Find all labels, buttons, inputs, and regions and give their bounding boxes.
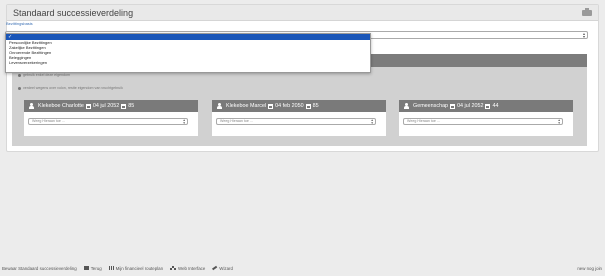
web-interface-link[interactable]: Web Interface — [170, 266, 205, 271]
person-header: Klekeboe Marcel 04 feb 2050 85 — [212, 100, 386, 112]
footer-label: Bewaar Standaard successieverdeling — [2, 265, 77, 271]
calendar-icon — [450, 103, 456, 109]
page-title: Standaard successieverdeling — [13, 7, 134, 18]
person-name: Gemeenschap — [413, 103, 449, 109]
grid-icon — [108, 266, 114, 270]
calendar-icon — [485, 103, 491, 109]
calendar-icon — [85, 103, 91, 109]
footer-status-text: new nog join — [577, 265, 602, 271]
person-header: Klekeboe Charlotte 04 jul 2052 85 — [24, 100, 198, 112]
person-body: Weeg Hieraan toe ... ▴ ▾ — [212, 112, 386, 136]
person-header: Gemeenschap 04 jul 2052 44 — [399, 100, 573, 112]
wizard-link[interactable]: Wizard — [212, 266, 233, 271]
field-label: Bezittingsbasis — [6, 21, 33, 26]
financial-roadmap-link[interactable]: Mijn financieel routeplan — [108, 265, 164, 271]
radio-option-2[interactable]: verdeel wegens over volon, restte eigend… — [18, 86, 123, 90]
person-allocation-select[interactable]: Weeg Hieraan toe ... ▴ ▾ — [403, 118, 563, 125]
select-placeholder: Weeg Hieraan toe ... — [32, 119, 65, 123]
person-body: Weeg Hieraan toe ... ▴ ▾ — [24, 112, 198, 136]
radio-icon[interactable] — [18, 86, 21, 90]
magic-wand-icon — [212, 265, 218, 271]
footer-label: Web Interface — [178, 265, 206, 271]
select-placeholder: Weeg Hieraan toe ... — [407, 119, 440, 123]
save-default-distribution-link[interactable]: Bewaar Standaard successieverdeling — [2, 266, 77, 271]
person-date: 04 feb 2050 — [275, 103, 304, 109]
radio-label-1: gebruik enkel deze eigendom — [23, 73, 70, 77]
select-arrows-icon: ▴ ▾ — [582, 31, 585, 39]
user-icon — [217, 103, 222, 109]
calendar-icon — [305, 103, 311, 109]
user-icon — [29, 103, 34, 109]
select-arrows-icon: ▴ ▾ — [558, 118, 560, 125]
sitemap-icon — [170, 266, 177, 270]
person-allocation-select[interactable]: Weeg Hieraan toe ... ▴ ▾ — [28, 118, 188, 125]
dropdown-option-life-insurance[interactable]: Levensverzekeringen — [6, 60, 370, 65]
calendar-icon — [268, 103, 274, 109]
radio-label-2: verdeel wegens over volon, restte eigend… — [23, 86, 123, 90]
person-age: 44 — [492, 103, 499, 109]
calendar-icon — [121, 103, 127, 109]
person-name: Klekeboe Charlotte — [38, 103, 84, 109]
footer-label: Mijn financieel routeplan — [115, 265, 164, 271]
back-link[interactable]: Terug — [83, 265, 102, 271]
person-panel-1: Klekeboe Charlotte 04 jul 2052 85 Weeg H… — [24, 100, 198, 136]
asset-type-dropdown[interactable]: ✓ Persoonlijke Bezittingen Zakelijke Bez… — [5, 33, 371, 73]
footer-toolbar: Bewaar Standaard successieverdeling Teru… — [0, 264, 605, 272]
person-age: 85 — [312, 103, 319, 109]
person-name: Klekeboe Marcel — [226, 103, 267, 109]
back-icon — [83, 266, 89, 270]
person-body: Weeg Hieraan toe ... ▴ ▾ — [399, 112, 573, 136]
person-allocation-select[interactable]: Weeg Hieraan toe ... ▴ ▾ — [216, 118, 376, 125]
briefcase-icon[interactable] — [582, 7, 592, 16]
select-arrows-icon: ▴ ▾ — [371, 118, 373, 125]
person-date: 04 jul 2052 — [457, 103, 484, 109]
radio-icon[interactable] — [18, 73, 21, 77]
radio-option-1[interactable]: gebruik enkel deze eigendom — [18, 73, 70, 77]
person-age: 85 — [128, 103, 135, 109]
person-panel-3: Gemeenschap 04 jul 2052 44 Weeg Hieraan … — [399, 100, 573, 136]
select-placeholder: Weeg Hieraan toe ... — [220, 119, 253, 123]
select-arrows-icon: ▴ ▾ — [183, 118, 185, 125]
card-header: Standaard successieverdeling — [7, 5, 598, 21]
user-icon — [404, 103, 409, 109]
person-panel-2: Klekeboe Marcel 04 feb 2050 85 Weeg Hier… — [212, 100, 386, 136]
person-date: 04 jul 2052 — [92, 103, 120, 109]
footer-label: Terug — [90, 265, 102, 271]
footer-label: Wizard — [219, 265, 233, 271]
